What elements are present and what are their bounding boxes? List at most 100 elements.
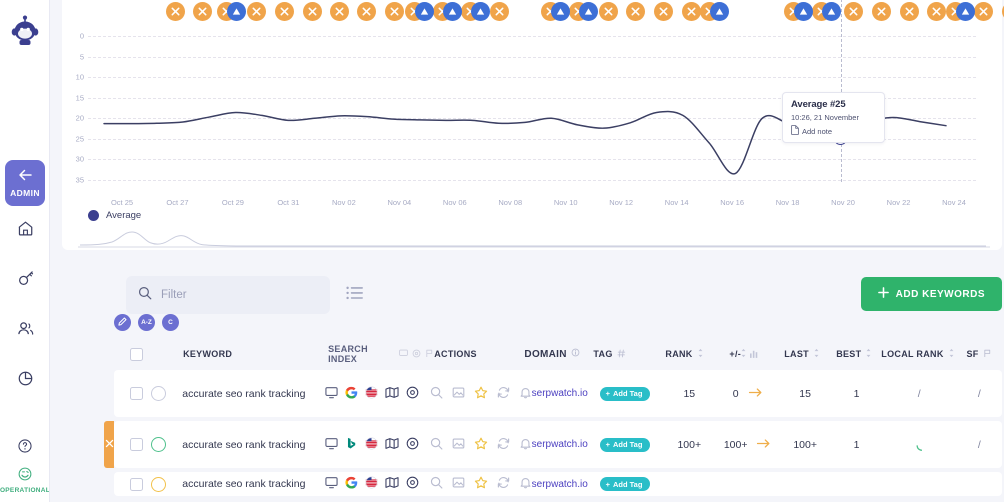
select-all-cell[interactable] [114,347,151,361]
row-status-cell[interactable] [150,476,182,492]
image-icon[interactable] [452,386,465,402]
table-row[interactable]: accurate seo rank tracking serpwatch.io + A… [104,421,1002,468]
row-tag-cell[interactable]: + Add Tag [599,386,663,401]
bell-icon[interactable] [519,386,532,402]
header-rank[interactable]: RANK [657,348,712,360]
c-chip[interactable]: C [162,314,179,331]
monitor-icon[interactable] [325,476,338,492]
add-tag-button[interactable]: + Add Tag [599,386,651,401]
header-local-rank[interactable]: LOCAL RANK [880,348,956,360]
select-all-checkbox[interactable] [130,347,143,361]
robot-logo[interactable] [7,12,43,52]
annotation-pin-event[interactable] [246,2,266,21]
table-row[interactable]: accurate seo rank tracking serpwatch.io + A… [114,370,1002,417]
row-keyword[interactable]: accurate seo rank tracking [182,388,325,400]
sort-az-chip[interactable]: A-Z [138,314,155,331]
annotation-pin-update[interactable] [550,2,570,21]
status-indicator[interactable] [17,466,33,486]
row-domain[interactable]: serpwatch.io [532,479,600,490]
map-icon[interactable] [385,437,399,453]
annotation-pin-event[interactable] [329,2,349,21]
annotation-pin-event[interactable] [165,2,185,21]
annotation-pin-update[interactable] [793,2,813,21]
sidebar-item-home[interactable] [5,206,45,256]
us-flag-icon[interactable] [365,437,378,453]
star-icon[interactable] [474,476,488,492]
edit-chip[interactable] [114,314,131,331]
row-checkbox[interactable] [130,387,143,400]
annotation-pin-event[interactable] [899,2,919,21]
add-tag-button[interactable]: + Add Tag [599,437,651,452]
row-actions[interactable] [430,476,532,492]
refresh-icon[interactable] [497,476,510,492]
annotation-pin-event[interactable] [625,2,645,21]
search-input[interactable] [161,289,311,301]
annotation-pin-event[interactable] [926,2,946,21]
bing-icon[interactable] [345,437,358,453]
refresh-icon[interactable] [497,437,510,453]
row-domain[interactable]: serpwatch.io [532,439,600,450]
annotation-pin-update[interactable] [578,2,598,21]
list-icon[interactable] [346,286,363,305]
row-status-cell[interactable] [150,386,182,401]
add-tag-button[interactable]: + Add Tag [599,477,651,491]
row-actions[interactable] [430,386,532,402]
map-icon[interactable] [385,386,399,402]
row-keyword[interactable]: accurate seo rank tracking [182,439,325,451]
sidebar-item-users[interactable] [5,306,45,356]
row-alert-marker[interactable] [104,421,114,468]
sidebar-item-admin[interactable]: ADMIN [5,160,45,206]
refresh-icon[interactable] [497,386,510,402]
us-flag-icon[interactable] [365,386,378,402]
google-icon[interactable] [345,386,358,402]
google-icon[interactable] [345,476,358,492]
annotation-pin-update[interactable] [414,2,434,21]
header-keyword[interactable]: KEYWORD [183,349,328,359]
bell-icon[interactable] [519,437,532,453]
row-select-cell[interactable] [114,477,151,491]
annotation-pin-update[interactable] [442,2,462,21]
annotation-pin-event[interactable] [871,2,891,21]
filter-input-wrapper[interactable] [126,276,330,314]
row-select-cell[interactable] [114,438,151,451]
annotation-pin-event[interactable] [653,2,673,21]
location-pin-icon[interactable] [406,476,419,492]
location-pin-icon[interactable] [406,386,419,402]
row-actions[interactable] [430,437,532,453]
sidebar-item-help[interactable] [5,430,45,466]
annotation-pin-event[interactable] [598,2,618,21]
header-tag[interactable]: TAG [593,349,657,360]
header-last[interactable]: LAST [776,348,829,360]
annotation-pin-update[interactable] [821,2,841,21]
star-icon[interactable] [474,437,488,453]
header-best[interactable]: BEST [829,348,880,360]
row-select-cell[interactable] [114,387,151,400]
image-icon[interactable] [452,437,465,453]
row-checkbox[interactable] [130,438,143,451]
row-tag-cell[interactable]: + Add Tag [599,437,663,452]
annotation-pin-event[interactable] [973,2,993,21]
add-keywords-button[interactable]: ADD KEYWORDS [860,277,1002,311]
us-flag-icon[interactable] [365,476,378,492]
sidebar-item-reports[interactable] [5,356,45,406]
annotation-pin-event[interactable] [489,2,509,21]
annotation-pin-event[interactable] [843,2,863,21]
annotation-pin-update[interactable] [470,2,490,21]
annotation-pin-event[interactable] [274,2,294,21]
header-domain[interactable]: DOMAIN [524,348,593,360]
search-icon[interactable] [430,476,443,492]
annotation-pin-update[interactable] [955,2,975,21]
annotation-pin-update[interactable] [709,2,729,21]
monitor-icon[interactable] [325,437,338,453]
image-icon[interactable] [452,476,465,492]
row-domain[interactable]: serpwatch.io [532,388,600,399]
annotation-pin-event[interactable] [192,2,212,21]
annotation-pin-update[interactable] [226,2,246,21]
header-search-index[interactable]: SEARCH INDEX [328,344,434,364]
row-keyword[interactable]: accurate seo rank tracking [182,478,325,490]
annotation-pin-event[interactable] [356,2,376,21]
search-icon[interactable] [430,437,443,453]
table-row[interactable]: accurate seo rank tracking serpwatch.io + A… [114,472,1002,496]
sidebar-item-keywords[interactable] [5,256,45,306]
row-status-cell[interactable] [150,437,182,452]
